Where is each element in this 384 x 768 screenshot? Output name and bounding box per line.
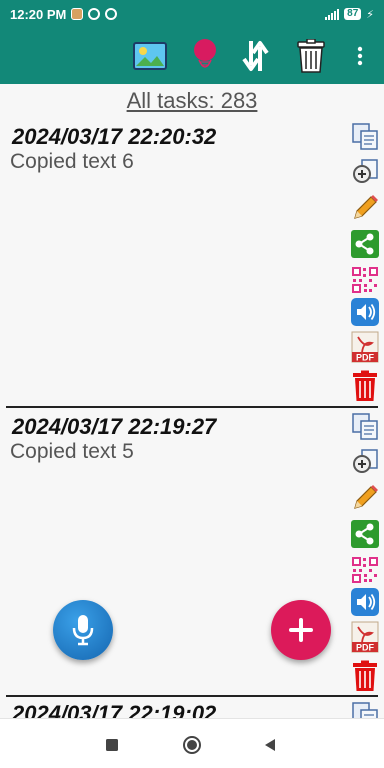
qr-code-button[interactable] [348,554,382,586]
delete-button[interactable] [348,370,382,402]
task-text: Copied text 5 [10,440,134,463]
zoom-plus-icon [353,449,378,473]
recent-apps-button[interactable] [100,733,124,757]
home-button[interactable] [180,733,204,757]
task-date: 2024/03/17 22:19:27 [12,414,217,439]
share-button[interactable] [348,518,382,550]
back-button[interactable] [258,733,282,757]
share-icon [351,520,379,548]
add-task-button[interactable] [271,600,331,660]
notification-circle-icon-2 [105,8,118,20]
signal-icon [325,8,340,20]
qr-code-icon [352,267,378,293]
speaker-icon [351,588,379,616]
pdf-label: PDF [356,353,375,363]
system-nav-bar [0,718,384,768]
all-tasks-count[interactable]: All tasks: 283 [0,88,384,114]
share-button[interactable] [348,228,382,260]
duplicate-button[interactable] [348,446,382,478]
read-aloud-button[interactable] [348,586,382,618]
export-pdf-button[interactable]: PDF [348,621,382,653]
qr-code-button[interactable] [348,264,382,296]
plus-icon [289,618,313,642]
share-icon [351,230,379,258]
duplicate-button[interactable] [348,156,382,188]
edit-button[interactable] [348,192,382,224]
square-icon [106,739,118,751]
task-divider [6,695,378,697]
sort-button[interactable] [236,36,276,76]
status-time: 12:20 PM [10,6,67,22]
triangle-back-icon [265,739,275,751]
pdf-icon: PDF [351,621,379,653]
image-button[interactable] [130,36,170,76]
battery-indicator: 87 [344,8,362,20]
trash-icon [353,370,377,401]
trash-icon [297,39,325,73]
copy-button[interactable] [348,120,382,152]
notification-circle-icon [88,8,101,20]
charging-icon: ⚡ [366,8,374,21]
pdf-icon: PDF [351,331,379,363]
app-toolbar [0,28,384,84]
edit-button[interactable] [348,482,382,514]
balloon-icon [194,39,216,68]
speaker-icon [351,298,379,326]
read-aloud-button[interactable] [348,296,382,328]
circle-icon [183,736,201,754]
zoom-plus-icon [353,159,378,183]
balloon-button[interactable] [185,36,225,76]
more-vert-icon [357,46,363,66]
copy-icon [352,413,378,440]
delete-button[interactable] [348,660,382,692]
task-date: 2024/03/17 22:20:32 [12,124,217,149]
copy-button[interactable] [348,410,382,442]
image-icon [133,42,167,70]
qr-code-icon [352,557,378,583]
overflow-menu-button[interactable] [340,36,380,76]
task-text: Copied text 6 [10,150,134,173]
pencil-icon [354,195,378,219]
delete-all-button[interactable] [291,36,331,76]
pencil-icon [354,485,378,509]
notification-app-icon [71,8,84,20]
microphone-icon [72,615,94,646]
sort-arrows-icon [242,41,269,71]
pdf-label: PDF [356,643,375,653]
task-divider [6,406,378,408]
status-bar: 12:20 PM 87 ⚡ [0,0,384,28]
copy-icon [352,123,378,150]
export-pdf-button[interactable]: PDF [348,331,382,363]
trash-icon [353,660,377,691]
voice-input-button[interactable] [53,600,113,660]
